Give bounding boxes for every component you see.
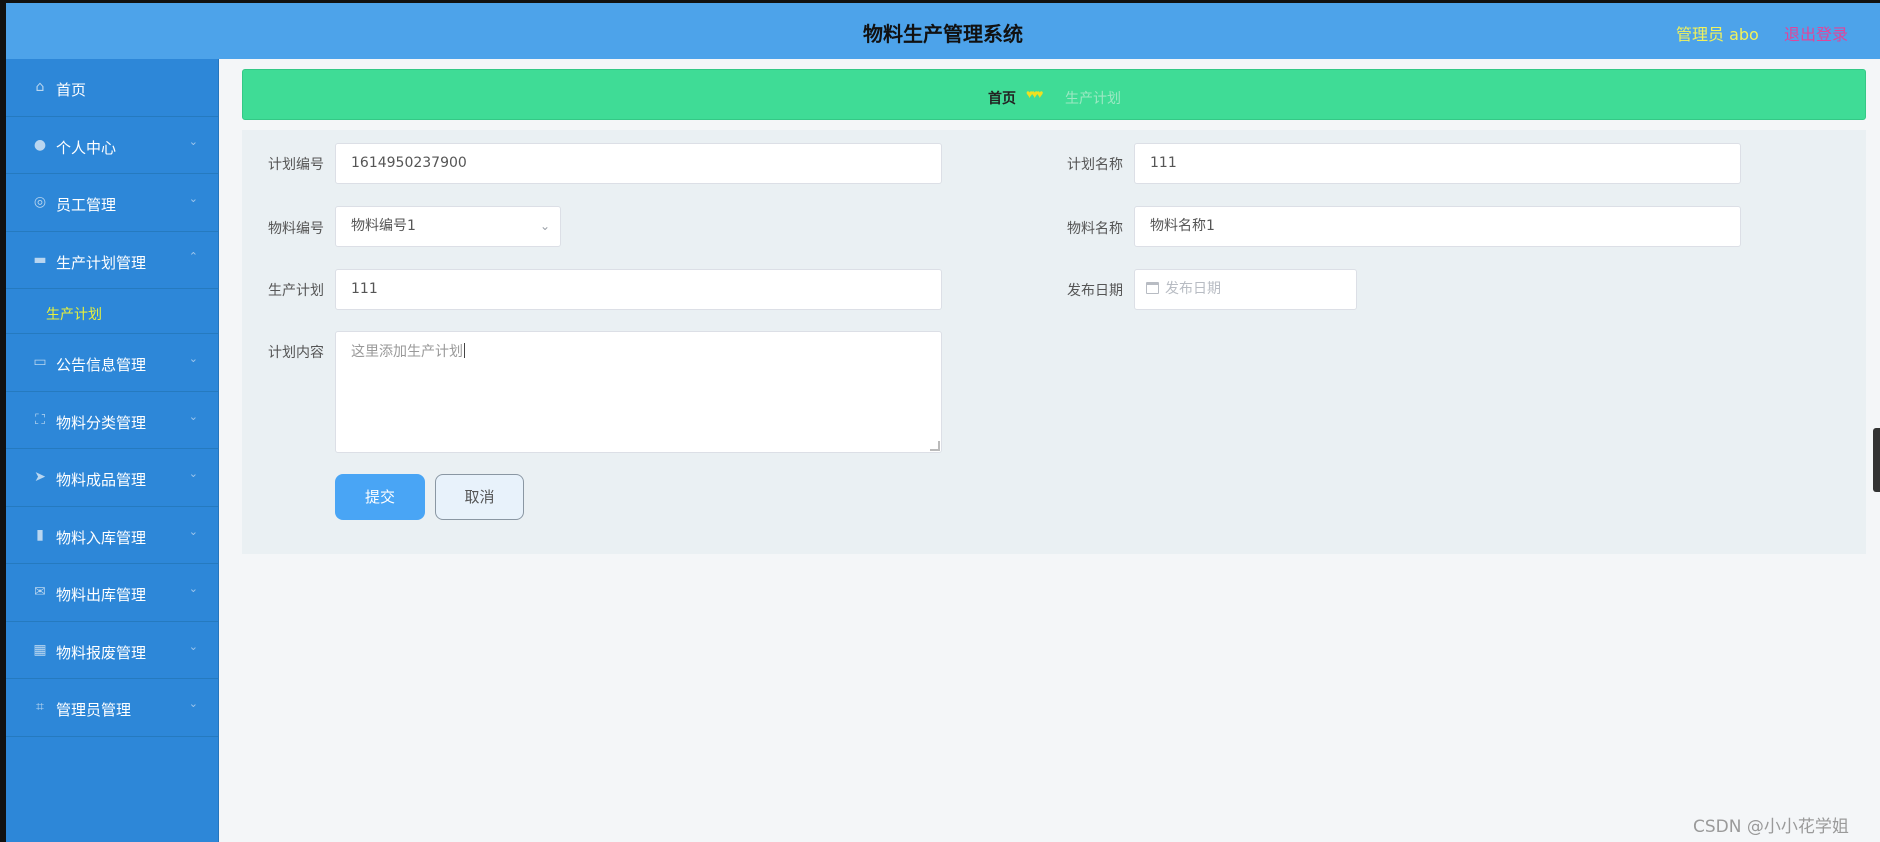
sidebar-item-employee[interactable]: ◎ 员工管理 ⌄ [6, 174, 218, 232]
bar-chart-icon: ▮ [36, 526, 44, 543]
chevron-down-icon: ⌄ [188, 582, 198, 595]
sidebar-item-label: 管理员管理 [56, 701, 132, 719]
material-no-select[interactable]: 物料编号1 ⌄ [335, 206, 561, 247]
sidebar-item-material-category[interactable]: ⛶ 物料分类管理 ⌄ [6, 392, 218, 449]
chevron-down-icon: ⌄ [188, 639, 198, 653]
submit-button[interactable]: 提交 [335, 474, 425, 520]
sidebar-item-admin[interactable]: ⌗ 管理员管理 ⌄ [6, 679, 218, 737]
sidebar-item-notice[interactable]: ▭ 公告信息管理 ⌄ [6, 334, 218, 392]
chevron-down-icon: ⌄ [188, 134, 198, 148]
send-icon: ➤ [34, 469, 46, 485]
sidebar-item-scrap[interactable]: ▦ 物料报废管理 ⌄ [6, 622, 218, 679]
plan-no-label: 计划编号 [268, 157, 324, 173]
sidebar-item-finished-product[interactable]: ➤ 物料成品管理 ⌄ [6, 449, 218, 507]
app-title: 物料生产管理系统 [863, 22, 1023, 46]
sidebar-item-label: 物料分类管理 [56, 413, 147, 432]
plan-name-input[interactable]: 111 [1134, 143, 1741, 184]
plan-name-label: 计划名称 [1067, 157, 1123, 173]
sidebar-item-label: 生产计划管理 [56, 253, 147, 272]
monitor-icon: ▬ [33, 251, 47, 268]
sidebar-item-personal-center[interactable]: ● 个人中心 ⌄ [6, 117, 218, 174]
content-label: 计划内容 [268, 345, 324, 361]
material-name-input[interactable]: 物料名称1 [1134, 206, 1741, 247]
sidebar-item-label: 物料出库管理 [56, 586, 147, 604]
sidebar-item-label: 物料入库管理 [56, 528, 147, 547]
cancel-button[interactable]: 取消 [435, 474, 524, 520]
production-plan-input[interactable]: 111 [335, 269, 942, 310]
sidebar-item-label: 首页 [56, 81, 87, 99]
heart-separator-icon: ♥♥♥ [1026, 87, 1043, 101]
sidebar-subitem-label: 生产计划 [46, 307, 102, 323]
publish-date-label: 发布日期 [1067, 283, 1123, 299]
sidebar-subitem-production-plan[interactable]: 生产计划 [6, 289, 218, 334]
sidebar: ⌂ 首页 ● 个人中心 ⌄ ◎ 员工管理 ⌄ ▬ 生产计划管理 ⌃ 生产计划 ▭… [6, 59, 219, 842]
notice-icon: ▭ [33, 354, 47, 370]
chevron-down-icon: ⌄ [539, 219, 550, 233]
home-icon: ⌂ [35, 79, 45, 95]
sidebar-item-label: 公告信息管理 [56, 356, 147, 374]
chevron-up-icon: ⌃ [188, 249, 198, 263]
resize-handle-icon[interactable] [930, 441, 940, 451]
calendar-icon [1146, 282, 1159, 294]
chevron-down-icon: ⌄ [188, 409, 198, 423]
publish-date-picker[interactable]: 发布日期 [1134, 269, 1357, 310]
sidebar-item-label: 员工管理 [56, 196, 117, 214]
sidebar-item-stock-out[interactable]: ✉ 物料出库管理 ⌄ [6, 564, 218, 622]
text-caret [464, 343, 465, 358]
sidebar-item-label: 个人中心 [56, 138, 117, 157]
sidebar-item-label: 物料成品管理 [56, 471, 147, 489]
current-user-label: 管理员 abo [1676, 25, 1759, 44]
production-plan-label: 生产计划 [268, 283, 324, 299]
plan-no-input[interactable]: 1614950237900 [335, 143, 942, 184]
chevron-down-icon: ⌄ [188, 467, 198, 480]
logout-link[interactable]: 退出登录 [1784, 21, 1848, 45]
breadcrumb-home-link[interactable]: 首页 [988, 88, 1016, 108]
message-icon: ✉ [34, 584, 46, 600]
material-no-selected-value: 物料编号1 [351, 218, 416, 234]
content-placeholder: 这里添加生产计划 [351, 344, 463, 360]
material-name-label: 物料名称 [1067, 221, 1123, 237]
sidebar-item-stock-in[interactable]: ▮ 物料入库管理 ⌄ [6, 507, 218, 564]
top-header: 物料生产管理系统 管理员 abo 退出登录 [6, 3, 1880, 59]
chevron-down-icon: ⌄ [188, 192, 198, 205]
content-textarea[interactable]: 这里添加生产计划 [335, 331, 942, 453]
breadcrumb-current: 生产计划 [1065, 91, 1121, 107]
menu-grid-icon: ▦ [33, 641, 47, 658]
chevron-down-icon: ⌄ [188, 352, 198, 365]
sidebar-item-production-plan[interactable]: ▬ 生产计划管理 ⌃ [6, 232, 218, 289]
material-no-label: 物料编号 [268, 221, 324, 237]
full-screen-icon: ⛶ [35, 411, 45, 428]
watermark: CSDN @小小花学姐 [1693, 817, 1849, 837]
user-icon: ● [33, 136, 47, 153]
breadcrumb: 首页 ♥♥♥ 生产计划 [242, 69, 1866, 120]
sidebar-item-label: 物料报废管理 [56, 643, 147, 662]
sidebar-item-home[interactable]: ⌂ 首页 [6, 59, 218, 117]
support-icon: ◎ [33, 194, 47, 210]
scrollbar-thumb[interactable] [1873, 428, 1880, 492]
chevron-down-icon: ⌄ [188, 524, 198, 538]
publish-date-placeholder: 发布日期 [1165, 281, 1221, 297]
chevron-down-icon: ⌄ [188, 697, 198, 710]
crop-icon: ⌗ [36, 699, 44, 715]
